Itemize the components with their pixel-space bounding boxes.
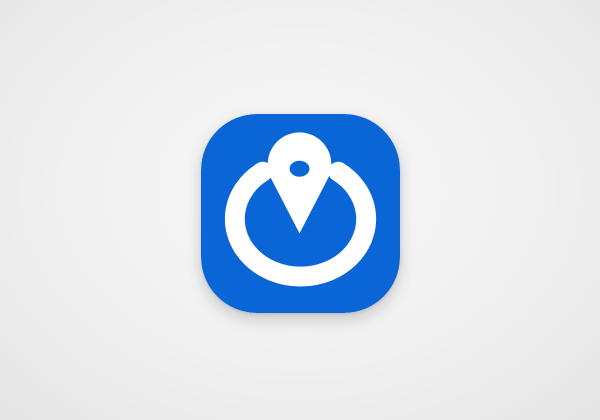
app-icon[interactable] bbox=[201, 114, 400, 313]
app-icon-graphic bbox=[201, 114, 400, 313]
